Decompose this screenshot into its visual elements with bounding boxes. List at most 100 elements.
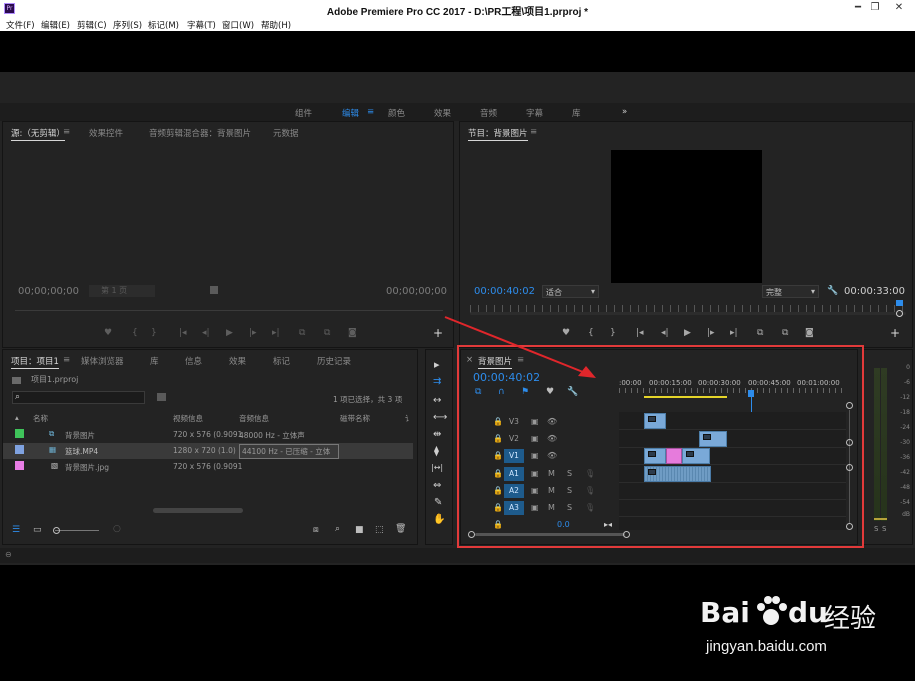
menu-help[interactable]: 帮助(H): [261, 19, 291, 31]
new-search-bin-icon[interactable]: [157, 393, 166, 401]
list-view-icon[interactable]: ☰: [12, 525, 20, 535]
rate-stretch-tool-icon[interactable]: ⇹: [433, 429, 441, 440]
step-forward-icon[interactable]: |▸: [707, 328, 715, 338]
extract-icon[interactable]: ⧉: [782, 328, 788, 338]
tab-media-browser[interactable]: 媒体浏览器: [81, 355, 124, 367]
lift-icon[interactable]: ⧉: [757, 328, 763, 338]
tab-effects[interactable]: 效果: [229, 355, 246, 367]
tab-effect-controls[interactable]: 效果控件: [89, 127, 123, 139]
zoom-slider[interactable]: [55, 530, 99, 531]
mark-in-icon[interactable]: {: [132, 328, 138, 338]
menu-edit[interactable]: 编辑(E): [41, 19, 70, 31]
ripple-edit-tool-icon[interactable]: ↔: [433, 395, 441, 406]
restore-button[interactable]: ❐: [868, 2, 882, 14]
menu-file[interactable]: 文件(F): [6, 19, 35, 31]
project-tab-menu-icon[interactable]: ≡: [63, 355, 70, 365]
solo-left-button[interactable]: S: [874, 525, 878, 533]
sort-icon[interactable]: ▴: [15, 413, 19, 422]
workspace-menu-icon[interactable]: ≡: [367, 107, 374, 117]
marker-icon[interactable]: ♥: [104, 328, 112, 338]
menu-sequence[interactable]: 序列(S): [113, 19, 142, 31]
go-to-in-icon[interactable]: |◂: [179, 328, 187, 338]
selection-tool-icon[interactable]: ▸: [434, 358, 440, 371]
table-row[interactable]: ▧ 背景图片.jpg 720 x 576 (0.9091: [3, 459, 413, 475]
col-tape-name[interactable]: 磁带名称: [340, 413, 370, 424]
export-frame-icon[interactable]: ◙: [805, 328, 814, 338]
mark-out-icon[interactable]: }: [610, 328, 616, 338]
razor-tool-icon[interactable]: ⧫: [434, 446, 439, 457]
label-color-swatch[interactable]: [15, 461, 24, 470]
icon-view-icon[interactable]: ▭: [33, 525, 42, 535]
go-to-out-icon[interactable]: ▸|: [272, 328, 280, 338]
menu-title[interactable]: 字幕(T): [187, 19, 216, 31]
zoom-slider-handle[interactable]: [53, 527, 60, 534]
step-back-icon[interactable]: ◂|: [661, 328, 669, 338]
table-row[interactable]: ⧉ 背景图片 720 x 576 (0.9091 48000 Hz - 立体声: [3, 427, 413, 443]
source-scrubber[interactable]: [15, 310, 443, 311]
hand-tool-icon[interactable]: ✋: [433, 514, 445, 525]
playhead-icon[interactable]: [896, 300, 903, 306]
solo-right-button[interactable]: S: [882, 525, 886, 533]
menu-window[interactable]: 窗口(W): [222, 19, 254, 31]
tab-info[interactable]: 信息: [185, 355, 202, 367]
rolling-edit-tool-icon[interactable]: ⟷: [433, 412, 447, 423]
source-settings-icon[interactable]: [210, 286, 218, 294]
slide-tool-icon[interactable]: ⇔: [433, 480, 441, 491]
trash-icon[interactable]: 🗑: [395, 524, 406, 534]
step-forward-icon[interactable]: |▸: [249, 328, 257, 338]
workspace-audio[interactable]: 音频: [480, 107, 497, 119]
tab-markers[interactable]: 标记: [273, 355, 290, 367]
play-icon[interactable]: ▶: [684, 328, 691, 338]
col-audio-info[interactable]: 音频信息: [239, 413, 269, 424]
workspace-effects[interactable]: 效果: [434, 107, 451, 119]
tab-metadata[interactable]: 元数据: [273, 127, 299, 139]
go-to-out-icon[interactable]: ▸|: [730, 328, 738, 338]
workspace-libraries[interactable]: 库: [572, 107, 581, 119]
overwrite-icon[interactable]: ⧉: [324, 328, 330, 338]
menu-marker[interactable]: 标记(M): [148, 19, 179, 31]
source-tab-menu-icon[interactable]: ≡: [63, 127, 70, 137]
program-timecode[interactable]: 00:00:40:02: [474, 286, 535, 297]
new-item-icon[interactable]: ⬚: [375, 525, 384, 535]
mark-out-icon[interactable]: }: [151, 328, 157, 338]
go-to-in-icon[interactable]: |◂: [636, 328, 644, 338]
workspace-more-icon[interactable]: »: [622, 107, 627, 117]
zoom-handle[interactable]: [896, 310, 903, 317]
tab-history[interactable]: 历史记录: [317, 355, 351, 367]
project-search-input[interactable]: ⌕: [12, 391, 145, 404]
col-video-info[interactable]: 视频信息: [173, 413, 203, 424]
pen-tool-icon[interactable]: ✎: [434, 497, 442, 508]
play-icon[interactable]: ▶: [226, 328, 233, 338]
tab-program[interactable]: 节目：背景图片: [468, 127, 528, 141]
label-color-swatch[interactable]: [15, 429, 24, 438]
workspace-editing[interactable]: 编辑: [342, 107, 359, 119]
col-name[interactable]: 名称: [33, 413, 48, 424]
quality-select[interactable]: 完整 ▾: [762, 285, 819, 298]
menu-clip[interactable]: 剪辑(C): [77, 19, 107, 31]
program-tab-menu-icon[interactable]: ≡: [530, 127, 537, 137]
step-back-icon[interactable]: ◂|: [202, 328, 210, 338]
workspace-assembly[interactable]: 组件: [295, 107, 312, 119]
source-timecode-left[interactable]: 00;00;00;00: [18, 286, 79, 297]
close-button[interactable]: ✕: [892, 2, 906, 14]
wrench-icon[interactable]: 🔧: [827, 286, 838, 296]
source-page-select[interactable]: 第 1 页: [89, 285, 155, 297]
table-row[interactable]: ▦ 篮球.MP4 1280 x 720 (1.0) 44100 Hz - 已压缩…: [3, 443, 413, 459]
fit-select[interactable]: 适合 ▾: [542, 285, 599, 298]
tab-libraries[interactable]: 库: [150, 355, 159, 367]
automate-to-sequence-icon[interactable]: ⧈: [313, 525, 319, 535]
add-button-icon[interactable]: +: [890, 326, 900, 340]
tab-project[interactable]: 项目：项目1: [11, 355, 59, 369]
slip-tool-icon[interactable]: |↔|: [431, 463, 443, 472]
col-more[interactable]: 讠: [405, 413, 413, 424]
horizontal-scrollbar[interactable]: [153, 508, 243, 513]
insert-icon[interactable]: ⧉: [299, 328, 305, 338]
label-color-swatch[interactable]: [15, 445, 24, 454]
workspace-color[interactable]: 颜色: [388, 107, 405, 119]
export-frame-icon[interactable]: ◙: [348, 328, 357, 338]
new-bin-icon[interactable]: ■: [355, 525, 364, 535]
minimize-button[interactable]: ━: [851, 2, 865, 14]
tab-source[interactable]: 源:（无剪辑）: [11, 127, 65, 141]
tab-audio-clip-mixer[interactable]: 音频剪辑混合器：背景图片: [149, 127, 251, 139]
find-icon[interactable]: ⌕: [335, 524, 340, 534]
